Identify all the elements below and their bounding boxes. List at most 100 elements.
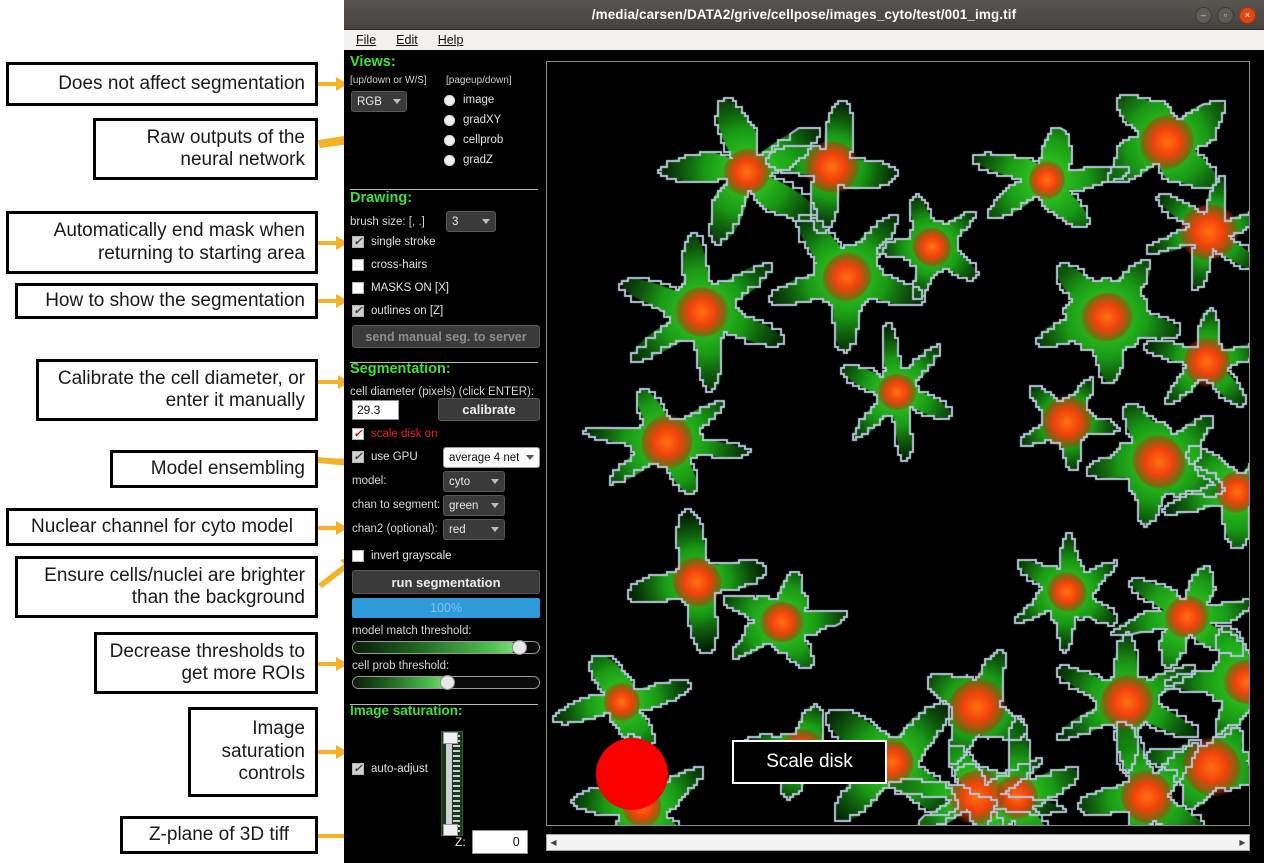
scale-disk-callout-label: Scale disk: [732, 740, 887, 784]
cell-prob-threshold-slider[interactable]: [352, 675, 540, 690]
radio-dot-icon: [444, 115, 455, 126]
annotation-box-2: Automatically end mask when returning to…: [6, 211, 318, 274]
cell-prob-threshold-label: cell prob threshold:: [352, 660, 449, 672]
model-match-threshold-slider[interactable]: [352, 640, 540, 655]
check-mark-icon: ✓: [353, 429, 362, 440]
annotation-box-10: Z-plane of 3D tiff: [120, 816, 318, 854]
checkbox-icon: [352, 550, 364, 562]
saturation-slider-ticks: [453, 735, 460, 834]
view-radio-image[interactable]: image: [444, 94, 503, 106]
saturation-slider-bar: [446, 738, 452, 831]
chan-to-segment-label: chan to segment:: [352, 499, 440, 511]
menu-item-edit[interactable]: Edit: [396, 33, 418, 47]
model-match-threshold-label: model match threshold:: [352, 625, 472, 637]
close-button[interactable]: ×: [1239, 7, 1256, 24]
chevron-down-icon: [491, 527, 499, 532]
invert-grayscale-checkbox[interactable]: invert grayscale: [352, 550, 452, 562]
brush-size-label: brush size: [, .]: [350, 216, 425, 228]
outlines-on-label: outlines on [Z]: [371, 305, 443, 317]
outlines-on-checkbox[interactable]: ✓ outlines on [Z]: [352, 305, 443, 317]
chan2-value: red: [449, 524, 466, 536]
net-average-value: average 4 nets: [449, 452, 519, 464]
masks-on-checkbox[interactable]: MASKS ON [X]: [352, 282, 449, 294]
menu-item-file[interactable]: File: [356, 33, 376, 47]
chan-to-segment-dropdown[interactable]: green: [443, 495, 505, 516]
run-segmentation-button[interactable]: run segmentation: [352, 570, 540, 594]
single-stroke-checkbox[interactable]: ✓ single stroke: [352, 236, 436, 248]
chan2-label: chan2 (optional):: [352, 523, 438, 535]
annotation-box-5: Model ensembling: [110, 450, 318, 488]
view-radio-gradxy[interactable]: gradXY: [444, 114, 503, 126]
scroll-left-arrow-icon[interactable]: ◀: [548, 838, 559, 847]
menu-item-help[interactable]: Help: [438, 33, 464, 47]
colormap-dropdown[interactable]: RGB: [351, 91, 407, 112]
annotation-box-8: Decrease thresholds to get more ROIs: [94, 632, 318, 694]
menu-edit-label: Edit: [396, 33, 418, 47]
saturation-handle-upper[interactable]: [443, 732, 458, 744]
auto-adjust-label: auto-adjust: [371, 763, 428, 775]
window-title: /media/carsen/DATA2/grive/cellpose/image…: [592, 7, 1016, 22]
progress-bar-text: 100%: [430, 601, 462, 615]
check-mark-icon: ✓: [353, 764, 362, 775]
saturation-slider[interactable]: [441, 731, 463, 836]
cross-hairs-checkbox[interactable]: cross-hairs: [352, 259, 427, 271]
use-gpu-label: use GPU: [371, 451, 418, 463]
menu-file-label: File: [356, 33, 376, 47]
radio-dot-icon: [444, 135, 455, 146]
cell-image-canvas[interactable]: [547, 62, 1249, 825]
checkbox-icon: ✓: [352, 763, 364, 775]
view-radio-image-label: image: [463, 94, 494, 106]
scale-disk-on-checkbox[interactable]: ✓ scale disk on: [352, 428, 437, 440]
view-radio-cellprob[interactable]: cellprob: [444, 134, 503, 146]
window-buttons: – ▫ ×: [1195, 7, 1256, 24]
z-plane-input[interactable]: 0: [472, 830, 528, 854]
calibrate-button[interactable]: calibrate: [438, 398, 540, 421]
cell-diameter-input[interactable]: 29.3: [352, 400, 399, 420]
masks-on-label: MASKS ON [X]: [371, 282, 449, 294]
segmentation-heading: Segmentation:: [350, 361, 451, 377]
invert-grayscale-label: invert grayscale: [371, 550, 452, 562]
application-window: /media/carsen/DATA2/grive/cellpose/image…: [344, 0, 1264, 863]
views-hint-left: [up/down or W/S]: [350, 75, 427, 86]
auto-adjust-checkbox[interactable]: ✓ auto-adjust: [352, 763, 428, 775]
minimize-button[interactable]: –: [1195, 7, 1212, 24]
scale-disk: [596, 738, 668, 810]
annotation-box-0: Does not affect segmentation: [6, 62, 318, 106]
check-mark-icon: ✓: [353, 237, 362, 248]
menu-bar: File Edit Help: [344, 30, 1264, 51]
check-mark-icon: ✓: [353, 452, 362, 463]
horizontal-scrollbar[interactable]: ◀ ▶: [546, 834, 1250, 851]
annotation-box-7: Ensure cells/nuclei are brighter than th…: [15, 556, 318, 618]
use-gpu-checkbox[interactable]: ✓ use GPU: [352, 451, 418, 463]
views-heading: Views:: [350, 54, 396, 70]
radio-dot-icon: [444, 155, 455, 166]
brush-size-value: 3: [452, 216, 458, 228]
colormap-value: RGB: [357, 96, 382, 108]
slider-handle[interactable]: [512, 640, 527, 655]
maximize-button[interactable]: ▫: [1217, 7, 1234, 24]
cross-hairs-label: cross-hairs: [371, 259, 427, 271]
model-dropdown[interactable]: cyto: [443, 471, 505, 492]
chevron-down-icon: [482, 219, 490, 224]
views-hint-right: [pageup/down]: [446, 75, 512, 86]
checkbox-icon: [352, 282, 364, 294]
cell-diameter-label: cell diameter (pixels) (click ENTER):: [350, 386, 534, 398]
image-saturation-heading: Image saturation:: [350, 703, 463, 718]
annotation-box-3: How to show the segmentation: [15, 283, 318, 319]
brush-size-dropdown[interactable]: 3: [446, 211, 496, 232]
chan2-dropdown[interactable]: red: [443, 519, 505, 540]
view-radio-gradz[interactable]: gradZ: [444, 154, 503, 166]
slider-handle[interactable]: [440, 675, 455, 690]
chevron-down-icon: [526, 455, 534, 460]
model-label: model:: [352, 475, 387, 487]
image-viewer[interactable]: Scale disk: [546, 61, 1250, 826]
title-bar: /media/carsen/DATA2/grive/cellpose/image…: [344, 0, 1264, 30]
radio-dot-icon: [444, 95, 455, 106]
chevron-down-icon: [393, 99, 401, 104]
window-body: Views: [up/down or W/S] [pageup/down] RG…: [344, 50, 1264, 863]
send-manual-seg-button[interactable]: send manual seg. to server: [352, 325, 540, 348]
view-radio-gradxy-label: gradXY: [463, 114, 501, 126]
menu-help-label: Help: [438, 33, 464, 47]
scroll-right-arrow-icon[interactable]: ▶: [1237, 838, 1248, 847]
net-average-dropdown[interactable]: average 4 nets: [443, 447, 540, 468]
